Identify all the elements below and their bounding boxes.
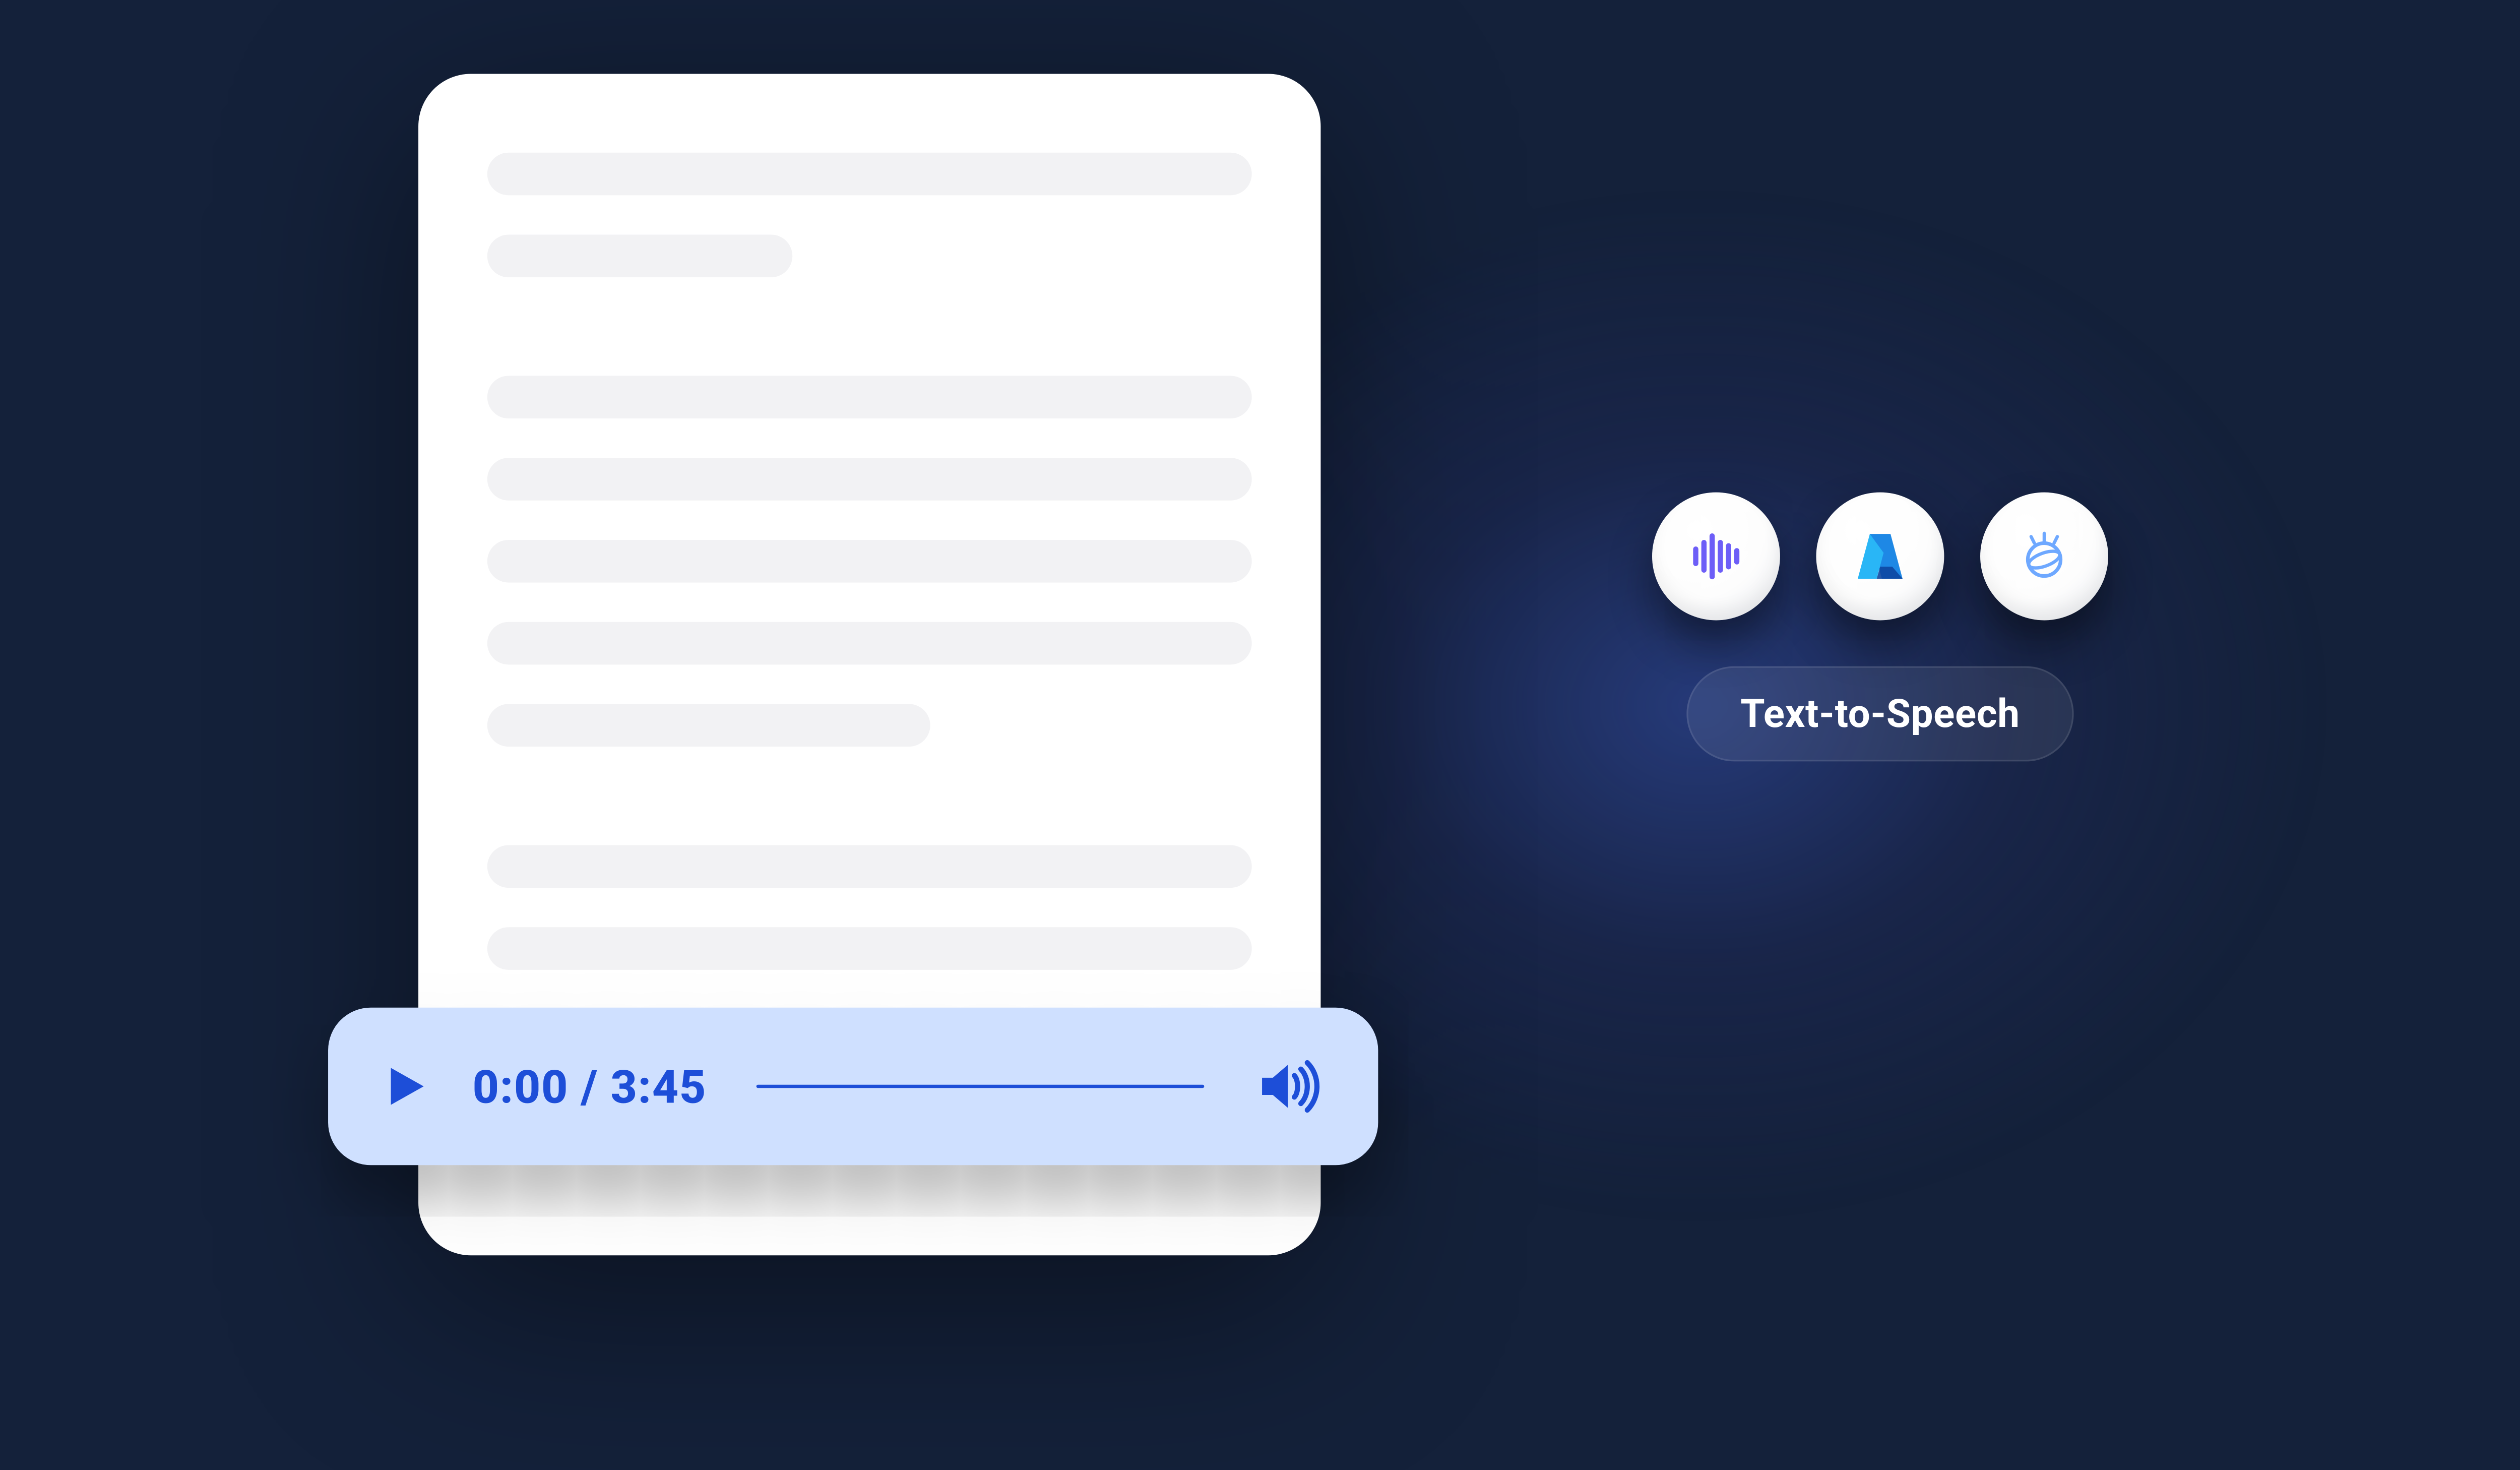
watson-icon	[2011, 523, 2077, 589]
tts-panel: Text-to-Speech	[1618, 493, 2143, 762]
text-line	[487, 376, 1252, 418]
text-line	[487, 704, 931, 747]
text-line	[487, 234, 793, 277]
play-button[interactable]	[377, 1059, 433, 1115]
azure-icon	[1846, 522, 1915, 591]
duration: 3:45	[610, 1059, 707, 1113]
tts-label: Text-to-Speech	[1686, 666, 2074, 762]
volume-icon	[1253, 1052, 1322, 1121]
seek-track[interactable]	[756, 1085, 1204, 1088]
tts-service-waveform	[1652, 493, 1780, 621]
text-line	[487, 458, 1252, 501]
text-line	[487, 153, 1252, 196]
volume-button[interactable]	[1253, 1052, 1322, 1121]
text-line	[487, 845, 1252, 888]
text-line	[487, 622, 1252, 665]
playback-time: 0:00 / 3:45	[473, 1059, 707, 1113]
audio-player: 0:00 / 3:45	[328, 1008, 1378, 1165]
text-line	[487, 927, 1252, 970]
illustration-canvas: 0:00 / 3:45	[0, 0, 2520, 1327]
current-time: 0:00	[473, 1059, 569, 1113]
tts-service-icons	[1652, 493, 2108, 621]
text-line	[487, 540, 1252, 583]
tts-service-watson	[1980, 493, 2108, 621]
waveform-icon	[1683, 523, 1749, 589]
play-icon	[381, 1062, 430, 1111]
time-separator: /	[569, 1059, 610, 1113]
tts-service-azure	[1816, 493, 1944, 621]
